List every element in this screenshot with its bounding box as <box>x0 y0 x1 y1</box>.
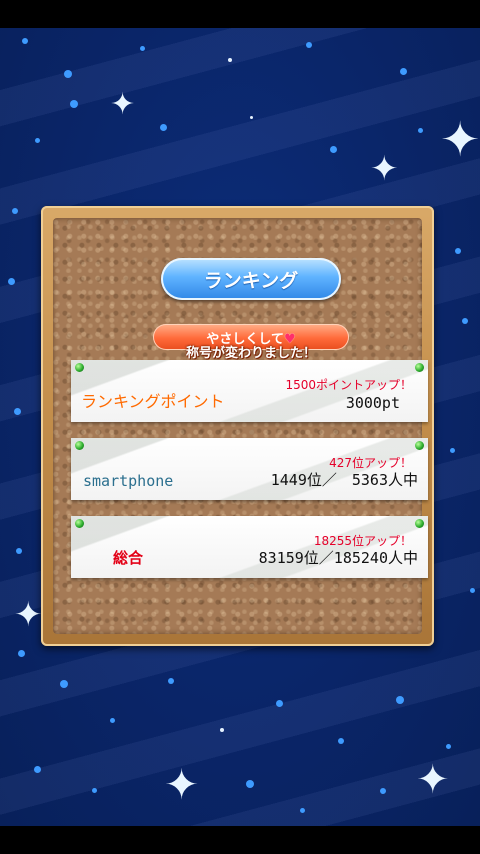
star-dot <box>160 124 167 131</box>
ranking-title: ランキング <box>161 258 341 300</box>
pin-icon <box>415 363 424 372</box>
star-dot <box>64 70 72 78</box>
ranking-board: ランキング やさしくして♥ 称号が変わりました！ 1500ポイントアップ！ ラン… <box>41 206 434 646</box>
star-icon: ✦ <box>440 112 480 168</box>
star-dot <box>396 696 404 704</box>
smartphone-label: smartphone <box>83 472 174 490</box>
star-dot <box>110 718 115 723</box>
star-dot <box>140 46 145 51</box>
ranking-points-card: 1500ポイントアップ！ ランキングポイント 3000pt <box>71 360 428 422</box>
star-icon: ✦ <box>164 760 200 809</box>
ranking-points-value: 3000pt <box>345 394 400 412</box>
star-dot <box>455 248 461 254</box>
star-dot <box>12 208 18 214</box>
star-dot <box>246 780 254 788</box>
overall-rank-value: 83159位／185240人中 <box>258 549 418 567</box>
star-icon: ✦ <box>110 87 136 122</box>
pin-icon <box>75 519 84 528</box>
pin-icon <box>75 363 84 372</box>
smartphone-rank-card: 427位アップ！ smartphone 1449位／ 5363人中 <box>71 438 428 500</box>
overall-rank-card: 18255位アップ！ 総合 83159位／185240人中 <box>71 516 428 578</box>
star-dot <box>16 548 22 554</box>
star-dot <box>14 408 21 415</box>
star-icon: ✦ <box>14 595 43 635</box>
star-dot <box>462 318 468 324</box>
title-changed-message: 称号が変わりました！ <box>185 346 316 361</box>
star-dot <box>418 128 423 133</box>
star-dot <box>300 808 305 813</box>
star-dot <box>220 728 224 732</box>
star-dot <box>18 650 25 657</box>
star-dot <box>34 766 41 773</box>
points-up-text: 1500ポイントアップ！ <box>285 378 412 392</box>
star-dot <box>380 788 386 794</box>
star-dot <box>330 146 337 153</box>
star-dot <box>228 58 232 62</box>
status-bar <box>0 0 480 28</box>
star-dot <box>276 700 283 707</box>
cork-panel: ランキング やさしくして♥ 称号が変わりました！ 1500ポイントアップ！ ラン… <box>53 218 428 634</box>
ranking-points-label: ランキングポイント <box>81 392 225 411</box>
pin-icon <box>415 519 424 528</box>
star-dot <box>470 588 475 593</box>
pin-icon <box>75 441 84 450</box>
star-icon: ✦ <box>370 149 399 189</box>
star-dot <box>400 68 407 75</box>
overall-label: 総合 <box>113 549 144 567</box>
star-dot <box>446 744 451 749</box>
star-dot <box>338 738 344 744</box>
pin-icon <box>415 441 424 450</box>
smartphone-rank-value: 1449位／ 5363人中 <box>270 471 418 489</box>
star-dot <box>35 138 40 143</box>
star-dot <box>450 448 455 453</box>
star-dot <box>306 42 312 48</box>
star-dot <box>8 278 15 285</box>
star-dot <box>70 100 78 108</box>
star-dot <box>60 680 68 688</box>
star-icon: ✦ <box>416 757 450 803</box>
star-dot <box>92 788 97 793</box>
star-dot <box>22 38 28 44</box>
navigation-bar <box>0 826 480 854</box>
star-dot <box>168 678 174 684</box>
star-dot <box>250 116 253 119</box>
